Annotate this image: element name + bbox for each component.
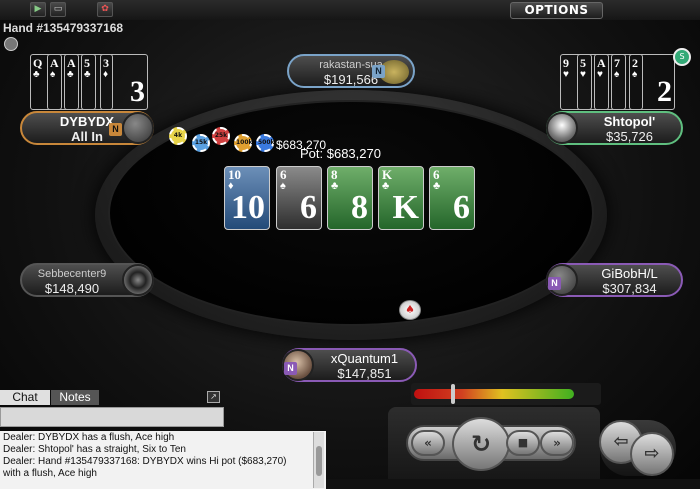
rewind-icon[interactable]: « <box>411 430 445 456</box>
bottom-strip <box>326 479 700 489</box>
slider-track <box>414 389 574 399</box>
chat-line: Dealer: DYBYDX has a flush, Ace high <box>3 432 175 443</box>
note-badge[interactable]: N <box>109 123 122 136</box>
note-badge[interactable]: N <box>372 65 385 78</box>
note-badge[interactable]: N <box>284 362 297 375</box>
avatar <box>122 112 154 144</box>
chat-scrollbar[interactable] <box>313 432 324 488</box>
window-icon[interactable]: ▭ <box>50 2 66 17</box>
popout-icon[interactable]: ↗ <box>207 391 220 403</box>
replay-slider[interactable] <box>411 383 601 405</box>
hand-number: Hand #135479337168 <box>3 21 124 35</box>
seat-sebbecenter9[interactable]: Sebbecenter9 $148,490 <box>20 263 154 297</box>
card-rank-big: 6 <box>300 189 317 226</box>
card-suit: ♣ <box>331 180 339 192</box>
seat-shtopol[interactable]: Shtopol' $35,726 <box>546 111 683 145</box>
avatar <box>122 264 154 296</box>
card-rank-big: 10 <box>231 189 265 226</box>
chip-icon: 4k <box>169 127 187 145</box>
color-wheel-icon[interactable]: ✿ <box>97 2 113 17</box>
options-button[interactable]: OPTIONS <box>510 2 603 19</box>
top-toolbar: ▶ ▭ ✿ OPTIONS <box>0 0 700 20</box>
seat-gibobhl[interactable]: N GiBobH/L $307,834 <box>546 263 683 297</box>
hole-card: 3 ♦ 3 <box>100 54 148 110</box>
chat-line: with a flush, Ace high <box>3 468 97 479</box>
chat-log: Dealer: DYBYDX has a flush, Ace high Dea… <box>0 431 326 489</box>
board-card: 10 ♦ 10 <box>224 166 270 230</box>
dealer-button-icon: ♠ <box>399 300 421 320</box>
card-rank-big: K <box>392 189 419 226</box>
tab-notes[interactable]: Notes <box>51 390 99 405</box>
seat-dybydx[interactable]: DYBYDX All In N <box>20 111 154 145</box>
seat-rakastan-sua[interactable]: rakastan-sua $191,566 N <box>287 54 415 88</box>
card-suit: ♣ <box>382 180 390 192</box>
note-badge[interactable]: N <box>548 277 561 290</box>
play-icon[interactable]: ▶ <box>30 2 46 17</box>
board-card: K ♣ K <box>378 166 424 230</box>
pot-label: Pot: $683,270 <box>300 146 381 161</box>
chip-icon: 15k <box>192 134 210 152</box>
stars-icon: S <box>673 48 691 66</box>
chip-stack-icon[interactable] <box>4 37 18 51</box>
chat-line: Dealer: Hand #135479337168: DYBYDX wins … <box>3 456 287 467</box>
tab-chat[interactable]: Chat <box>0 390 50 405</box>
card-rank-big: 6 <box>453 189 470 226</box>
chip-icon: 100k <box>234 134 253 152</box>
replay-icon[interactable]: ↻ <box>452 417 510 471</box>
board-card: 6 ♣ 6 <box>429 166 475 230</box>
card-rank-big: 8 <box>351 189 368 226</box>
chat-line: Dealer: Shtopol' has a straight, Six to … <box>3 444 186 455</box>
forward-fast-icon[interactable]: » <box>540 430 574 456</box>
hole-card: 2 ♠ 2 <box>629 54 675 110</box>
slider-handle[interactable] <box>451 384 455 404</box>
avatar <box>546 112 578 144</box>
stop-icon[interactable]: ■ <box>506 430 540 456</box>
card-suit: ♠ <box>280 180 286 192</box>
chip-icon: 500k <box>256 134 275 152</box>
card-suit: ♣ <box>433 180 441 192</box>
chat-input[interactable] <box>0 407 224 427</box>
board-card: 6 ♠ 6 <box>276 166 322 230</box>
board-card: 8 ♣ 8 <box>327 166 373 230</box>
chip-icon: 25k <box>212 127 230 145</box>
forward-icon[interactable]: ⇨ <box>630 432 674 476</box>
seat-xquantum1[interactable]: N xQuantum1 $147,851 <box>282 348 417 382</box>
